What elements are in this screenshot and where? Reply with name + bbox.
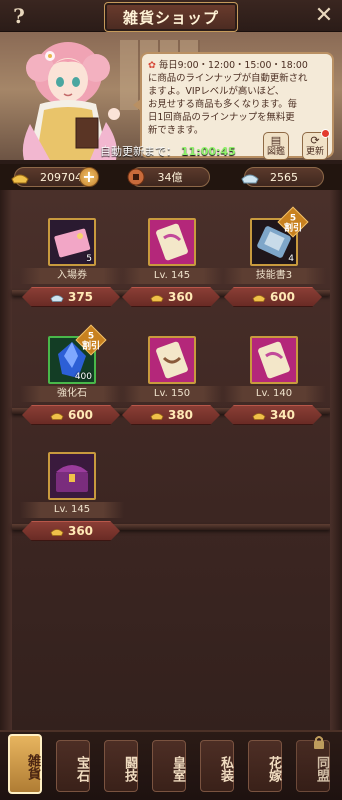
item-price: 375 bbox=[67, 290, 94, 304]
shop-item[interactable]: 400 5 割引 強化石 600 bbox=[20, 324, 124, 456]
discount-badge: 5 割引 bbox=[277, 206, 309, 238]
speech-line-3: ますよ。VIPレベルが高いほど、 bbox=[148, 86, 285, 97]
scroll-icon bbox=[148, 218, 196, 266]
speech-line-5: 日1回商品のラインナップを無料更 bbox=[148, 112, 295, 123]
price-button[interactable]: 360 bbox=[22, 521, 120, 541]
add-gold-button[interactable]: + bbox=[79, 167, 99, 187]
item-name: Lv. 145 bbox=[20, 502, 124, 518]
crystal-icon: 400 5 割引 bbox=[48, 324, 107, 384]
item-price: 600 bbox=[269, 290, 296, 304]
price-button[interactable]: 375 bbox=[22, 287, 120, 307]
price-button[interactable]: 600 bbox=[22, 405, 120, 425]
chest-icon bbox=[48, 452, 96, 500]
item-name: Lv. 140 bbox=[222, 386, 326, 402]
price-button[interactable]: 380 bbox=[122, 405, 220, 425]
shop-item[interactable]: Lv. 140 340 bbox=[222, 336, 326, 456]
price-button[interactable]: 340 bbox=[224, 405, 322, 425]
auto-refresh-label: 自動更新まで： bbox=[100, 145, 177, 158]
discount-label: 5 割引 bbox=[283, 213, 302, 234]
silver-ingot-icon bbox=[50, 295, 64, 302]
gold-ingot-icon bbox=[150, 295, 164, 302]
tab-alliance-label: 同盟 bbox=[314, 756, 329, 782]
item-name: 入場券 bbox=[20, 268, 124, 284]
auto-refresh-timer: 11:00:45 bbox=[181, 144, 236, 158]
book-icon: ▤ bbox=[270, 134, 282, 147]
tab-misc[interactable]: 雑貨 bbox=[8, 734, 42, 794]
gold-currency: 209704 + bbox=[11, 167, 99, 187]
speech-line-1: 毎日9:00・12:00・15:00・18:00 bbox=[158, 60, 308, 71]
gold-ingot-icon bbox=[150, 413, 164, 420]
item-name: 強化石 bbox=[20, 386, 124, 402]
item-name: Lv. 145 bbox=[120, 268, 224, 284]
gold-ingot-icon bbox=[50, 413, 64, 420]
scroll-icon bbox=[148, 336, 196, 384]
tab-jewel[interactable]: 宝石 bbox=[56, 740, 90, 792]
price-button[interactable]: 360 bbox=[122, 287, 220, 307]
gold-ingot-icon bbox=[252, 413, 266, 420]
item-name: Lv. 150 bbox=[120, 386, 224, 402]
ticket-icon: 5 bbox=[48, 218, 96, 266]
speech-line-6: 新できます。 bbox=[148, 125, 204, 136]
speech-line-4: お見せする商品も多くなります。毎 bbox=[148, 99, 298, 110]
gold-ingot-icon bbox=[252, 295, 266, 302]
tab-private-equipment[interactable]: 私装 bbox=[200, 740, 234, 792]
item-price: 600 bbox=[67, 408, 94, 422]
auto-refresh-countdown: 自動更新まで： 11:00:45 bbox=[100, 142, 236, 160]
speech-line-2: に商品のラインナップが自動更新され bbox=[148, 73, 308, 84]
header-bar: ? 雑貨ショップ ✕ bbox=[0, 0, 342, 32]
refresh-label: 更新 bbox=[305, 147, 324, 157]
close-button[interactable]: ✕ bbox=[312, 4, 336, 28]
shop-item[interactable]: 4 5 割引 技能書3 600 bbox=[222, 206, 326, 338]
item-price: 380 bbox=[167, 408, 194, 422]
item-quantity: 400 bbox=[74, 372, 92, 382]
refresh-button[interactable]: ⟳ 更新 bbox=[302, 129, 330, 160]
gem-amount: 2565 bbox=[270, 170, 298, 184]
item-price: 360 bbox=[167, 290, 194, 304]
skill-book-icon: 4 5 割引 bbox=[250, 206, 309, 266]
item-quantity: 4 bbox=[288, 254, 294, 264]
tab-royal[interactable]: 皇室 bbox=[152, 740, 186, 792]
item-quantity: 5 bbox=[86, 254, 92, 264]
item-name: 技能書3 bbox=[222, 268, 326, 284]
gold-ingot-icon bbox=[50, 529, 64, 536]
gold-amount: 209704 bbox=[40, 170, 82, 184]
catalog-button[interactable]: ▤ 図鑑 bbox=[263, 132, 289, 160]
coin-currency: 34億 bbox=[127, 167, 210, 187]
item-price: 340 bbox=[269, 408, 296, 422]
discount-label: 5 割引 bbox=[81, 331, 100, 352]
coin-icon bbox=[125, 166, 147, 188]
shop-item[interactable]: Lv. 145 360 bbox=[120, 218, 224, 338]
shop-tab-bar: 雑貨 宝石 闘技 皇室 私装 花嫁 同盟 bbox=[0, 730, 342, 800]
shop-shelves: 5 入場券 375 Lv. 145 360 4 5 割引 技能書3 600 40… bbox=[0, 190, 342, 730]
gem-currency: 2565 bbox=[241, 167, 324, 187]
silver-ingot-icon bbox=[239, 166, 261, 188]
flower-icon: ✿ bbox=[148, 60, 156, 71]
lock-icon bbox=[314, 736, 324, 749]
shop-item[interactable]: Lv. 145 360 bbox=[20, 452, 124, 572]
scroll-icon bbox=[250, 336, 298, 384]
shop-banner: ✿ 毎日9:00・12:00・15:00・18:00 に商品のラインナップが自動… bbox=[0, 32, 342, 160]
catalog-label: 図鑑 bbox=[266, 147, 285, 157]
notification-dot bbox=[321, 129, 330, 138]
coin-amount: 34億 bbox=[157, 171, 183, 184]
price-button[interactable]: 600 bbox=[224, 287, 322, 307]
gold-ingot-icon bbox=[9, 166, 31, 188]
tab-alliance[interactable]: 同盟 bbox=[296, 736, 330, 792]
help-button[interactable]: ? bbox=[8, 4, 30, 28]
item-price: 360 bbox=[67, 524, 94, 538]
shop-item[interactable]: Lv. 150 380 bbox=[120, 336, 224, 456]
currency-bar: 209704 + 34億 2565 bbox=[0, 164, 342, 190]
tab-arena[interactable]: 闘技 bbox=[104, 740, 138, 792]
shop-item[interactable]: 5 入場券 375 bbox=[20, 218, 124, 338]
shop-title: 雑貨ショップ bbox=[104, 2, 238, 32]
tab-bride[interactable]: 花嫁 bbox=[248, 740, 282, 792]
